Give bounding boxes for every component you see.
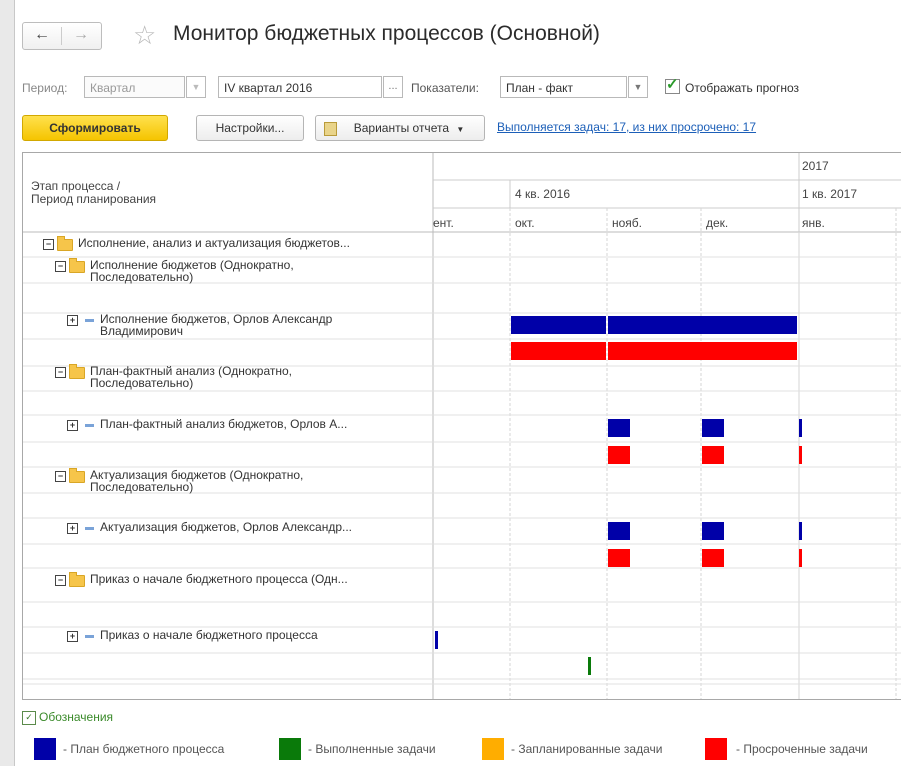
plan-bar bbox=[435, 631, 438, 649]
row-label: План-фактный анализ бюджетов, Орлов А... bbox=[100, 417, 348, 431]
overdue-bar bbox=[702, 446, 724, 464]
show-forecast-label: Отображать прогноз bbox=[685, 81, 799, 95]
legend-swatch bbox=[279, 738, 301, 760]
nav-buttons: ← → bbox=[22, 22, 102, 50]
favorite-star-icon[interactable]: ☆ bbox=[133, 20, 156, 50]
overdue-bar bbox=[511, 342, 606, 360]
page-title: Монитор бюджетных процессов (Основной) bbox=[173, 22, 600, 45]
indicators-label: Показатели: bbox=[411, 81, 479, 95]
report-variants-label: Варианты отчета bbox=[353, 121, 449, 135]
indicators-field[interactable]: План - факт bbox=[500, 76, 627, 98]
overdue-bar bbox=[799, 446, 802, 464]
stage-row[interactable]: − План-фактный анализ (Однократно, Послед… bbox=[55, 363, 292, 390]
row-label: Приказ о начале бюджетного процесса (Одн… bbox=[90, 572, 348, 586]
stage-row[interactable]: − Исполнение, анализ и актуализация бюдже… bbox=[43, 235, 350, 251]
quarter-header-1: 4 кв. 2016 bbox=[515, 187, 570, 201]
plan-bar bbox=[608, 419, 630, 437]
plan-bar bbox=[608, 522, 630, 540]
plan-bar bbox=[702, 522, 724, 540]
period-type-dropdown-icon[interactable]: ▼ bbox=[186, 76, 206, 98]
row-label: Исполнение бюджетов, Орлов Александр Вла… bbox=[100, 312, 333, 338]
task-row[interactable]: + План-фактный анализ бюджетов, Орлов А..… bbox=[67, 418, 347, 432]
month-header-oct: окт. bbox=[515, 216, 535, 230]
tasks-status-link[interactable]: Выполняется задач: 17, из них просрочено… bbox=[497, 120, 756, 134]
row-label: Актуализация бюджетов (Однократно, После… bbox=[90, 468, 304, 494]
legend-label: - План бюджетного процесса bbox=[63, 742, 225, 756]
stage-row[interactable]: − Приказ о начале бюджетного процесса (Од… bbox=[55, 571, 348, 587]
overdue-bar bbox=[799, 549, 802, 567]
legend-label: - Просроченные задачи bbox=[736, 742, 868, 756]
row-label: Приказ о начале бюджетного процесса bbox=[100, 628, 318, 642]
grid-header-stage: Этап процесса / Период планирования bbox=[31, 179, 157, 206]
task-row[interactable]: + Актуализация бюджетов, Орлов Александр.… bbox=[67, 521, 352, 535]
folder-icon bbox=[69, 571, 85, 587]
row-label: Исполнение бюджетов (Однократно, Последо… bbox=[90, 258, 294, 284]
overdue-bar bbox=[702, 549, 724, 567]
task-icon bbox=[85, 527, 94, 531]
legend-swatch bbox=[34, 738, 56, 760]
report-variants-button[interactable]: Варианты отчета ▼ bbox=[315, 115, 485, 141]
legend-label: - Запланированные задачи bbox=[511, 742, 663, 756]
period-value-field[interactable]: IV квартал 2016 bbox=[218, 76, 382, 98]
forward-icon[interactable]: → bbox=[62, 23, 100, 49]
collapse-icon[interactable]: − bbox=[55, 261, 66, 273]
collapse-icon[interactable]: − bbox=[55, 367, 66, 379]
folder-icon bbox=[69, 363, 85, 379]
legend-swatch bbox=[482, 738, 504, 760]
chevron-down-icon: ▼ bbox=[456, 125, 465, 134]
plan-bar bbox=[799, 419, 802, 437]
show-forecast-checkbox[interactable] bbox=[665, 75, 680, 94]
expand-icon[interactable]: + bbox=[67, 315, 78, 327]
period-select-button[interactable]: ... bbox=[383, 76, 403, 98]
gantt-grid: Этап процесса / Период планирования 2017… bbox=[22, 152, 901, 700]
stage-row[interactable]: − Исполнение бюджетов (Однократно, Послед… bbox=[55, 257, 294, 284]
overdue-bar bbox=[608, 342, 797, 360]
task-icon bbox=[85, 319, 94, 323]
legend-label: - Выполненные задачи bbox=[308, 742, 436, 756]
settings-button[interactable]: Настройки... bbox=[196, 115, 304, 141]
task-icon bbox=[85, 424, 94, 428]
legend-title: Обозначения bbox=[39, 710, 114, 724]
month-header-nov: нояб. bbox=[612, 216, 643, 230]
quarter-header-2: 1 кв. 2017 bbox=[802, 187, 857, 201]
legend-swatch bbox=[705, 738, 727, 760]
row-label: Исполнение, анализ и актуализация бюджет… bbox=[78, 236, 350, 250]
period-label: Период: bbox=[22, 81, 68, 95]
collapse-icon[interactable]: − bbox=[43, 239, 54, 251]
indicators-dropdown-icon[interactable]: ▼ bbox=[628, 76, 648, 98]
collapse-icon[interactable]: − bbox=[55, 471, 66, 483]
folder-icon bbox=[57, 235, 73, 251]
plan-bar bbox=[799, 522, 802, 540]
month-header-dec: дек. bbox=[706, 216, 729, 230]
plan-bar bbox=[702, 419, 724, 437]
overdue-bar bbox=[608, 446, 630, 464]
task-icon bbox=[85, 635, 94, 639]
plan-bar bbox=[608, 316, 797, 334]
task-row[interactable]: + Исполнение бюджетов, Орлов Александр Вл… bbox=[67, 313, 332, 337]
expand-icon[interactable]: + bbox=[67, 523, 78, 535]
generate-button[interactable]: Сформировать bbox=[22, 115, 168, 141]
task-row[interactable]: + Приказ о начале бюджетного процесса bbox=[67, 629, 318, 643]
period-type-field[interactable]: Квартал bbox=[84, 76, 185, 98]
back-icon[interactable]: ← bbox=[23, 23, 61, 49]
year-header: 2017 bbox=[802, 159, 829, 173]
expand-icon[interactable]: + bbox=[67, 420, 78, 432]
stage-row[interactable]: − Актуализация бюджетов (Однократно, Посл… bbox=[55, 467, 304, 494]
collapse-icon[interactable]: − bbox=[55, 575, 66, 587]
plan-bar bbox=[511, 316, 606, 334]
expand-icon[interactable]: + bbox=[67, 631, 78, 643]
legend-toggle-icon[interactable]: ✓ bbox=[22, 711, 36, 725]
row-label: Актуализация бюджетов, Орлов Александр..… bbox=[100, 520, 352, 534]
folder-icon bbox=[69, 257, 85, 273]
month-header-jan: янв. bbox=[802, 216, 825, 230]
month-header-sep: ент. bbox=[433, 216, 454, 230]
overdue-bar bbox=[608, 549, 630, 567]
done-bar bbox=[588, 657, 591, 675]
report-variants-icon bbox=[324, 122, 337, 136]
folder-icon bbox=[69, 467, 85, 483]
row-label: План-фактный анализ (Однократно, Последо… bbox=[90, 364, 292, 390]
